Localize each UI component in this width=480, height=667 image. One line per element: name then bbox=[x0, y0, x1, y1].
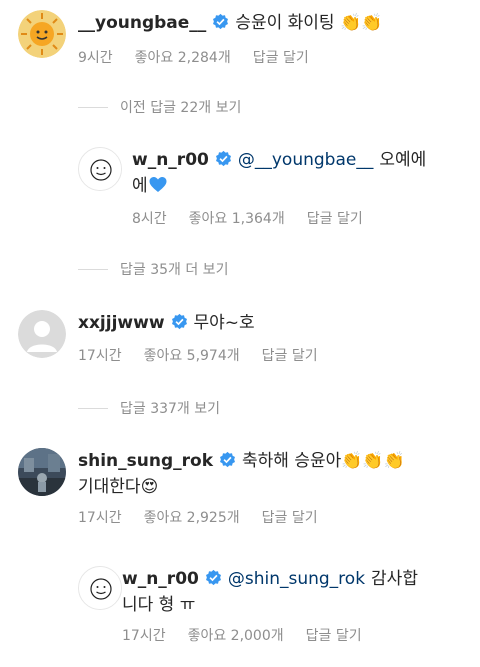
comment-text-continued: 니다 형 ㅠ bbox=[122, 595, 196, 615]
reply-button[interactable]: 답글 달기 bbox=[253, 50, 309, 66]
thread-divider bbox=[78, 268, 108, 270]
timestamp: 8시간 bbox=[132, 211, 167, 227]
username[interactable]: w_n_r00 bbox=[132, 150, 209, 170]
timestamp: 9시간 bbox=[78, 50, 113, 66]
blue-heart-emoji bbox=[149, 177, 167, 192]
smiley-avatar-icon bbox=[79, 148, 121, 190]
like-count[interactable]: 좋아요 5,974개 bbox=[144, 348, 240, 364]
thread-label[interactable]: 이전 답글 22개 보기 bbox=[120, 97, 241, 117]
reply-button[interactable]: 답글 달기 bbox=[262, 510, 318, 526]
avatar[interactable] bbox=[18, 448, 66, 496]
view-more-replies-button[interactable]: 답글 35개 더 보기 bbox=[78, 259, 228, 279]
avatar[interactable] bbox=[18, 10, 66, 58]
comment-text: 무야~호 bbox=[193, 313, 255, 333]
comment-meta: 17시간 좋아요 5,974개 답글 달기 bbox=[78, 345, 340, 365]
comment-meta: 9시간 좋아요 2,284개 답글 달기 bbox=[78, 47, 331, 67]
avatar[interactable] bbox=[78, 147, 122, 191]
clap-emoji: 👏👏 bbox=[339, 13, 383, 33]
thread-divider bbox=[78, 106, 108, 108]
like-count[interactable]: 좋아요 2,284개 bbox=[135, 50, 231, 66]
avatar[interactable] bbox=[18, 310, 66, 358]
username[interactable]: shin_sung_rok bbox=[78, 451, 213, 471]
verified-badge-icon bbox=[215, 150, 231, 167]
username[interactable]: w_n_r00 bbox=[122, 569, 199, 589]
comment-text-continued: 에 bbox=[132, 176, 148, 196]
heart-eyes-emoji: 😍 bbox=[140, 477, 159, 497]
sun-avatar-icon bbox=[18, 10, 66, 58]
clap-emoji: 👏👏👏 bbox=[341, 451, 405, 471]
like-count[interactable]: 좋아요 2,925개 bbox=[144, 510, 240, 526]
comment-body: w_n_r00 @__youngbae__ 오예에 에 bbox=[132, 147, 468, 199]
like-count[interactable]: 좋아요 1,364개 bbox=[189, 211, 285, 227]
thread-label[interactable]: 답글 35개 더 보기 bbox=[120, 259, 228, 279]
view-previous-replies-button[interactable]: 이전 답글 22개 보기 bbox=[78, 97, 241, 117]
default-avatar-icon bbox=[18, 310, 66, 358]
mention-link[interactable]: @__youngbae__ bbox=[238, 150, 373, 170]
comment-meta: 17시간 좋아요 2,925개 답글 달기 bbox=[78, 507, 340, 527]
mention-link[interactable]: @shin_sung_rok bbox=[228, 569, 365, 589]
comment-body: xxjjjwww 무야~호 bbox=[78, 310, 468, 336]
username[interactable]: __youngbae__ bbox=[78, 13, 206, 33]
photo-avatar-icon bbox=[18, 448, 66, 496]
thread-divider bbox=[78, 407, 108, 409]
timestamp: 17시간 bbox=[78, 510, 122, 526]
comment-meta: 17시간 좋아요 2,000개 답글 달기 bbox=[122, 625, 384, 645]
reply-button[interactable]: 답글 달기 bbox=[307, 211, 363, 227]
reply-button[interactable]: 답글 달기 bbox=[306, 628, 362, 644]
view-replies-button[interactable]: 답글 337개 보기 bbox=[78, 398, 220, 418]
comment-meta: 8시간 좋아요 1,364개 답글 달기 bbox=[132, 208, 385, 228]
avatar[interactable] bbox=[78, 566, 122, 610]
timestamp: 17시간 bbox=[78, 348, 122, 364]
comment-text: 축하해 승윤아 bbox=[242, 451, 342, 471]
verified-badge-icon bbox=[171, 313, 187, 330]
comment-text: 감사합 bbox=[371, 569, 418, 589]
reply-button[interactable]: 답글 달기 bbox=[262, 348, 318, 364]
thread-label[interactable]: 답글 337개 보기 bbox=[120, 398, 220, 418]
verified-badge-icon bbox=[213, 13, 229, 30]
comment-body: w_n_r00 @shin_sung_rok 감사합 니다 형 ㅠ bbox=[122, 566, 468, 618]
like-count[interactable]: 좋아요 2,000개 bbox=[188, 628, 284, 644]
verified-badge-icon bbox=[220, 451, 235, 468]
smiley-avatar-icon bbox=[79, 567, 121, 609]
timestamp: 17시간 bbox=[122, 628, 166, 644]
verified-badge-icon bbox=[205, 569, 221, 586]
username[interactable]: xxjjjwww bbox=[78, 313, 165, 333]
comment-text: 오예에 bbox=[379, 150, 427, 170]
comment-body: __youngbae__ 승윤이 화이팅 👏👏 bbox=[78, 10, 468, 36]
comment-body: shin_sung_rok 축하해 승윤아👏👏👏 기대한다😍 bbox=[78, 448, 468, 500]
comment-text: 승윤이 화이팅 bbox=[235, 13, 335, 33]
comment-text-continued: 기대한다 bbox=[78, 477, 141, 497]
